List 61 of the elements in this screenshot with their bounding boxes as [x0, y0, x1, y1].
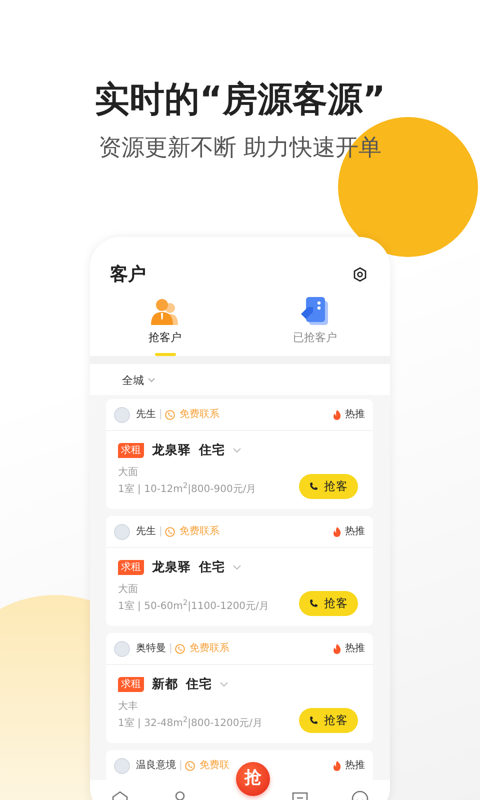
- district: 大面: [118, 466, 139, 480]
- client-name: 先生: [136, 524, 156, 539]
- district: 大丰: [118, 700, 139, 714]
- district: 大面: [118, 582, 139, 597]
- chevron-down-icon: [220, 682, 228, 687]
- client-name: 先生: [136, 408, 156, 422]
- listing-details: 1室 | 50-60m$^{2}$|1100-1200元/月: [118, 598, 269, 614]
- grab-button[interactable]: 抢客: [299, 590, 358, 616]
- rent-tag: 求租: [118, 676, 144, 692]
- chevron-down-icon: [233, 564, 241, 570]
- hot-label: 热推: [345, 642, 365, 656]
- chevron-down-icon: [148, 378, 155, 384]
- phone-icon: [165, 410, 176, 420]
- rent-tag: 求租: [118, 560, 144, 575]
- hot-label: 热推: [345, 525, 365, 539]
- tag-icon: [300, 296, 330, 326]
- phone-icon: [309, 482, 318, 491]
- phone-icon: [185, 760, 196, 770]
- hot-label: 热推: [345, 408, 365, 422]
- phone-icon: [175, 644, 186, 654]
- property-type: 住宅: [199, 558, 225, 576]
- phone-icon: [309, 598, 318, 608]
- separator: |: [169, 642, 172, 656]
- tab[interactable]: 抢客户: [125, 296, 205, 356]
- property-type: 住宅: [199, 441, 225, 459]
- avatar-icon: [114, 758, 130, 774]
- separator: |: [159, 408, 162, 422]
- avatar-icon: [114, 640, 130, 656]
- city-filter[interactable]: 全城: [122, 372, 144, 389]
- separator: |: [179, 759, 182, 773]
- chevron-down-icon: [233, 448, 241, 453]
- free-contact-link[interactable]: 免费联系: [179, 524, 220, 539]
- settings-icon[interactable]: [353, 267, 367, 282]
- listing-details: 1室 | 32-48m$^{2}$|800-1200元/月: [118, 714, 263, 731]
- client-name: 奥特曼: [136, 642, 166, 656]
- flame-icon: [333, 644, 341, 654]
- hot-label: 热推: [345, 759, 365, 773]
- separator: |: [159, 525, 162, 539]
- phone-icon: [309, 716, 318, 725]
- phone-icon: [165, 526, 176, 536]
- area-name: 龙泉驿: [152, 441, 191, 459]
- tab[interactable]: 已抢客户: [275, 296, 355, 356]
- flame-icon: [333, 410, 341, 420]
- grab-button[interactable]: 抢客: [299, 474, 358, 499]
- rent-tag: 求租: [118, 442, 144, 458]
- listing-details: 1室 | 10-12m$^{2}$|800-900元/月: [118, 480, 256, 497]
- free-contact-link[interactable]: 免费联系: [189, 641, 230, 656]
- grab-button[interactable]: 抢客: [299, 708, 358, 733]
- property-type: 住宅: [186, 675, 212, 693]
- free-contact-link[interactable]: 免费联: [199, 758, 230, 773]
- avatar-icon: [114, 406, 130, 422]
- client-name: 温良意境: [136, 758, 176, 773]
- free-contact-link[interactable]: 免费联系: [179, 407, 220, 422]
- flame-icon: [333, 526, 341, 536]
- area-name: 龙泉驿: [152, 558, 191, 576]
- flame-icon: [333, 760, 341, 770]
- person-icon: [150, 296, 180, 326]
- headline: 实时的“房源客源”: [93, 79, 386, 122]
- area-name: 新都: [152, 675, 178, 693]
- page-title: 客户: [110, 263, 146, 287]
- avatar-icon: [114, 524, 130, 540]
